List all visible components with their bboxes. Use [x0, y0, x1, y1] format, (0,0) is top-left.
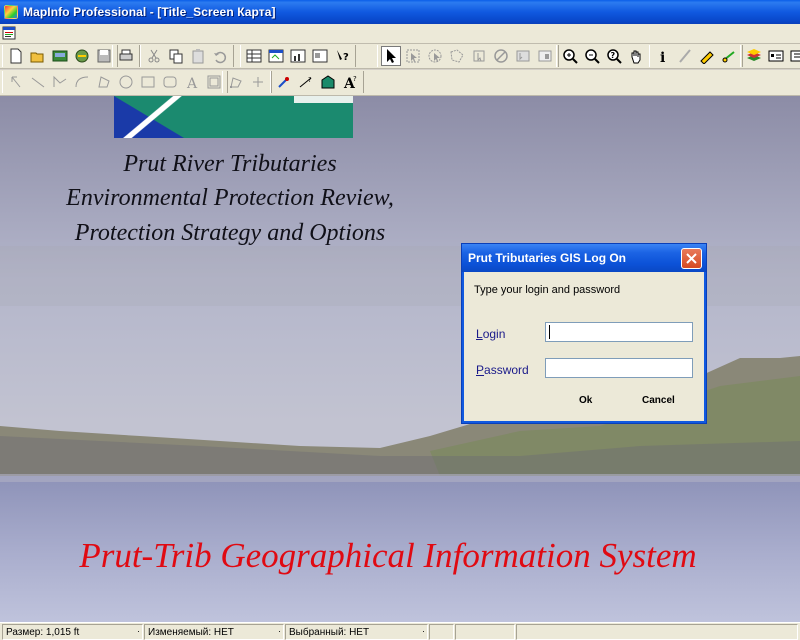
password-input[interactable]	[545, 358, 693, 378]
new-grapher-icon[interactable]	[288, 46, 308, 66]
reshape-group	[222, 71, 272, 93]
save-as-icon[interactable]	[94, 46, 114, 66]
style-group: ? A?	[270, 71, 364, 93]
arc-icon[interactable]	[72, 72, 92, 92]
undo-icon[interactable]	[210, 46, 230, 66]
login-label: Login	[476, 327, 506, 341]
status-selected[interactable]: Выбранный: НЕТ ·	[285, 624, 428, 640]
boundary-select-icon[interactable]	[469, 46, 489, 66]
paste-icon[interactable]	[188, 46, 208, 66]
polyline-icon[interactable]	[50, 72, 70, 92]
subtitle-line-3: Protection Strategy and Options	[74, 220, 386, 246]
rounded-rect-icon[interactable]	[160, 72, 180, 92]
drag-map-icon[interactable]	[719, 46, 739, 66]
cancel-button[interactable]: Cancel	[642, 395, 675, 406]
logon-dialog: Prut Tributaries GIS Log On Type your lo…	[461, 243, 707, 424]
invert-select-icon[interactable]	[513, 46, 533, 66]
reshape-icon[interactable]	[226, 72, 246, 92]
mapinfo-app-icon[interactable]	[4, 5, 18, 19]
label-icon[interactable]	[697, 46, 717, 66]
save-icon[interactable]	[72, 46, 92, 66]
text-style-icon[interactable]: A?	[340, 72, 360, 92]
title-bar: MapInfo Professional - [Title_Screen Кар…	[0, 0, 800, 24]
open-icon[interactable]	[28, 46, 48, 66]
svg-text:?: ?	[343, 52, 349, 63]
copy-icon[interactable]	[166, 46, 186, 66]
status-empty-1	[429, 624, 454, 640]
radius-select-icon[interactable]	[425, 46, 445, 66]
change-view-icon[interactable]: ?	[604, 46, 624, 66]
menu-bar	[0, 24, 800, 44]
print-toolbar-group	[112, 45, 140, 67]
file-toolbar-group	[2, 45, 118, 67]
main-toolbar: ? ? i	[0, 44, 800, 69]
dialog-title: Prut Tributaries GIS Log On	[462, 244, 706, 272]
status-bar: Размер: 1,015 ft · Изменяемый: НЕТ · Выбра…	[0, 622, 800, 640]
select-toolbar-group	[377, 45, 559, 67]
frame-icon[interactable]	[204, 72, 224, 92]
draw-shapes-group: A	[2, 71, 228, 93]
svg-text:i: i	[660, 50, 665, 64]
close-icon[interactable]	[681, 248, 702, 269]
text-caret	[549, 325, 550, 339]
project-logo	[114, 96, 353, 138]
grabber-icon[interactable]	[626, 46, 646, 66]
status-empty-2	[455, 624, 515, 640]
status-size[interactable]: Размер: 1,015 ft ·	[2, 624, 143, 640]
line-icon[interactable]	[28, 72, 48, 92]
ruler-icon[interactable]	[675, 46, 695, 66]
drawing-toolbar: A ? A?	[0, 70, 800, 96]
subtitle-line-2: Environmental Protection Review,	[66, 185, 394, 211]
polygon-icon[interactable]	[94, 72, 114, 92]
zoom-in-icon[interactable]	[560, 46, 580, 66]
add-node-icon[interactable]	[248, 72, 268, 92]
svg-text:?: ?	[308, 76, 312, 84]
symbol-style-icon[interactable]	[274, 72, 294, 92]
ellipse-icon[interactable]	[116, 72, 136, 92]
ok-button[interactable]: Ok	[579, 395, 592, 406]
subtitle-line-1: Prut River Tributaries	[123, 151, 337, 177]
open-workspace-icon[interactable]	[50, 46, 70, 66]
help-icon[interactable]: ?	[332, 46, 352, 66]
svg-text:?: ?	[353, 75, 357, 83]
login-input[interactable]	[545, 322, 693, 342]
new-browser-icon[interactable]	[244, 46, 264, 66]
svg-text:?: ?	[611, 51, 616, 60]
new-layout-icon[interactable]	[310, 46, 330, 66]
status-editable[interactable]: Изменяемый: НЕТ ·	[144, 624, 284, 640]
dialog-body: Type your login and password Login Passw…	[465, 272, 703, 420]
text-icon[interactable]: A	[182, 72, 202, 92]
symbol-icon[interactable]	[6, 72, 26, 92]
statistics-icon[interactable]	[788, 46, 800, 66]
new-mapper-icon[interactable]	[266, 46, 286, 66]
select-arrow-icon[interactable]	[381, 46, 401, 66]
marquee-select-icon[interactable]	[403, 46, 423, 66]
password-label: Password	[476, 363, 529, 377]
rectangle-icon[interactable]	[138, 72, 158, 92]
cut-icon[interactable]	[144, 46, 164, 66]
system-title: Prut-Trib Geographical Information Syste…	[79, 536, 697, 575]
info-icon[interactable]: i	[653, 46, 673, 66]
status-empty-3	[516, 624, 798, 640]
legend-icon[interactable]	[766, 46, 786, 66]
new-icon[interactable]	[6, 46, 26, 66]
polygon-select-icon[interactable]	[447, 46, 467, 66]
layer-control-icon[interactable]	[744, 46, 764, 66]
zoom-toolbar-group: ?	[556, 45, 650, 67]
document-menu-icon[interactable]	[2, 26, 18, 41]
layers-toolbar-group	[740, 45, 800, 67]
window-toolbar-group: ?	[240, 45, 356, 67]
print-icon[interactable]	[116, 46, 136, 66]
svg-text:A: A	[186, 76, 198, 90]
edit-toolbar-group	[140, 45, 234, 67]
marquee-rect-icon[interactable]	[535, 46, 555, 66]
zoom-out-icon[interactable]	[582, 46, 602, 66]
dialog-prompt: Type your login and password	[474, 284, 621, 296]
window-title: MapInfo Professional - [Title_Screen Кар…	[23, 5, 276, 19]
region-style-icon[interactable]	[318, 72, 338, 92]
unselect-icon[interactable]	[491, 46, 511, 66]
line-style-icon[interactable]: ?	[296, 72, 316, 92]
tools-toolbar-group: i	[649, 45, 743, 67]
